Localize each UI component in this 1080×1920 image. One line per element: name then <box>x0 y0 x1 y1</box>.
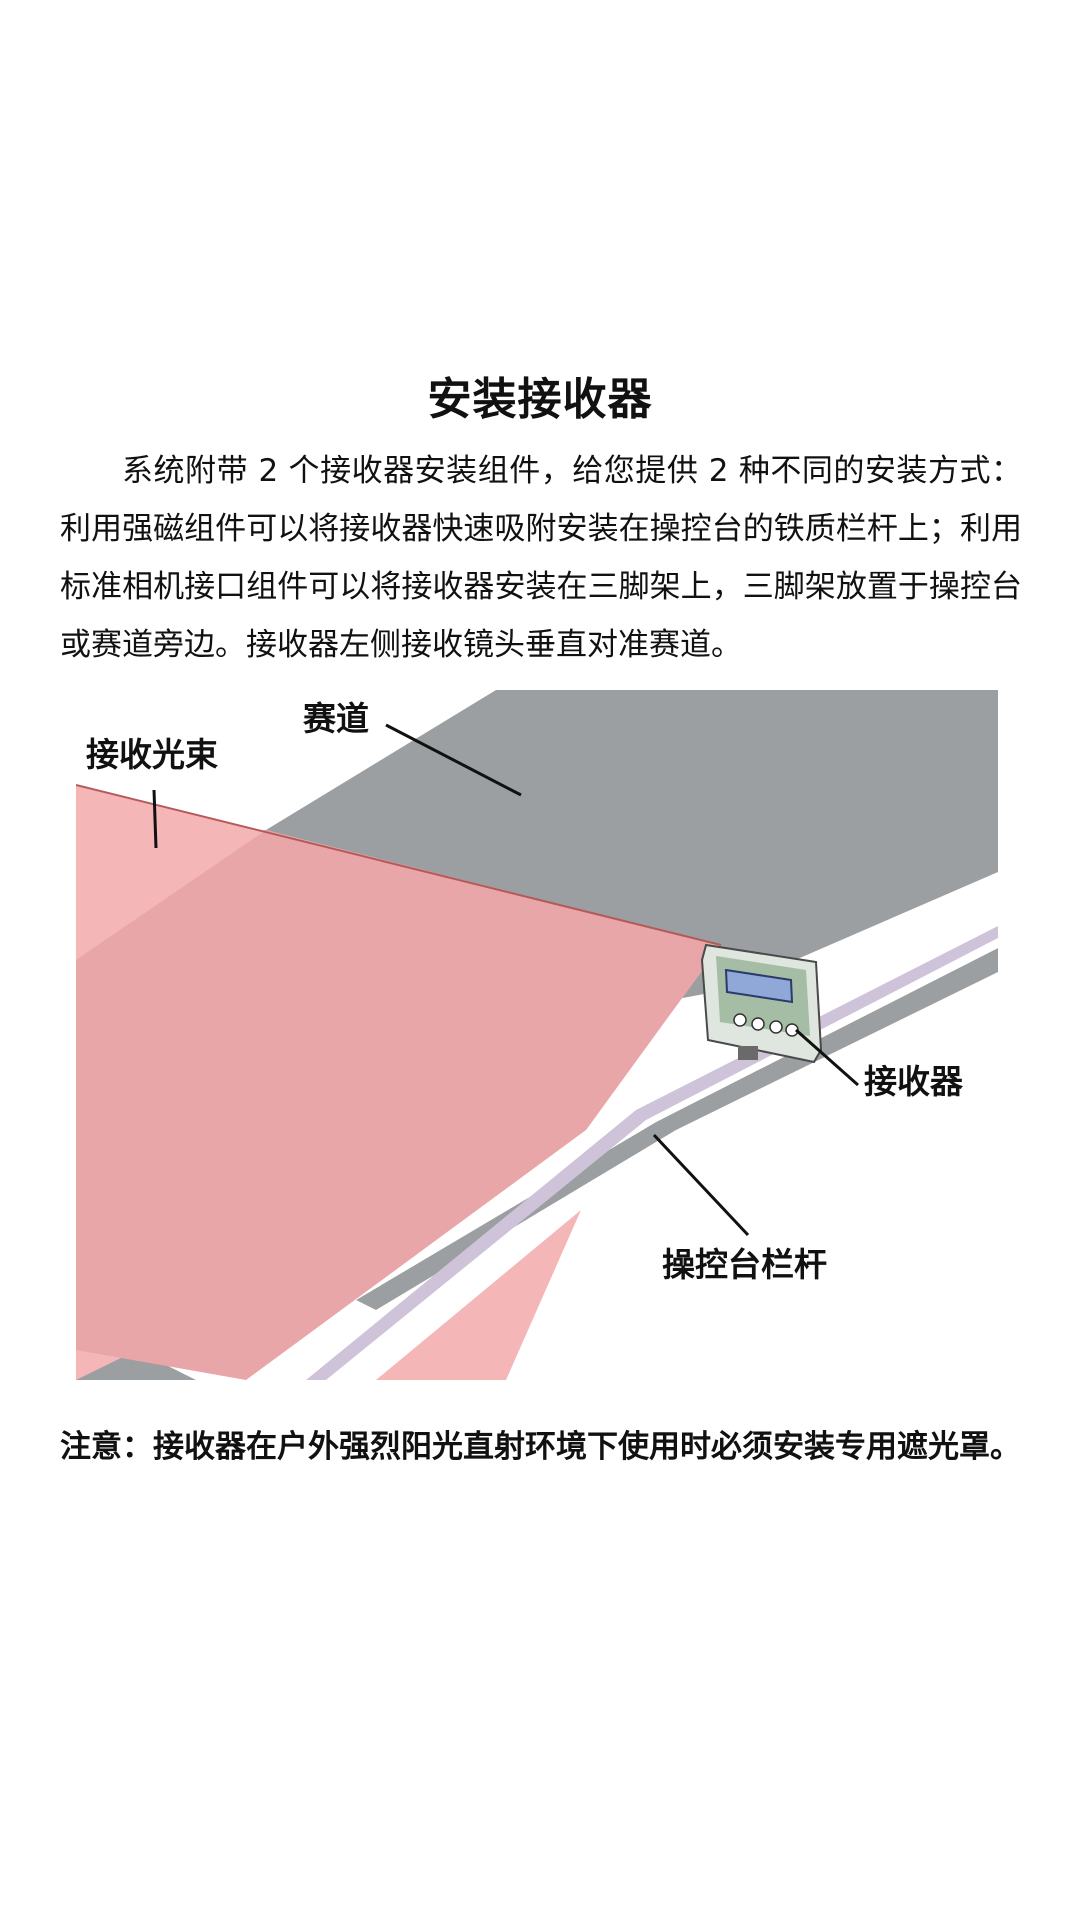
safety-note: 注意：接收器在户外强烈阳光直射环境下使用时必须安装专用遮光罩。 <box>60 1429 1021 1465</box>
receiver-device <box>700 943 823 1064</box>
beam-leader-line <box>152 789 158 849</box>
device-button-2 <box>751 1017 765 1031</box>
railing-leader-line <box>652 1133 750 1237</box>
label-track: 赛道 <box>303 699 369 738</box>
label-railing: 操控台栏杆 <box>662 1245 827 1284</box>
device-mount-foot <box>738 1046 758 1060</box>
body-paragraph: 系统附带 2 个接收器安装组件，给您提供 2 种不同的安装方式：利用强磁组件可以… <box>60 453 1022 663</box>
page-title: 安装接收器 <box>427 374 653 425</box>
installation-figure: 赛道 接收光束 接收器 操控台栏杆 <box>76 690 998 1380</box>
label-beam: 接收光束 <box>86 735 218 774</box>
device-button-3 <box>769 1020 783 1034</box>
installation-diagram: 赛道 接收光束 接收器 操控台栏杆 <box>76 690 998 1380</box>
device-button-1 <box>733 1013 747 1027</box>
label-receiver: 接收器 <box>864 1062 964 1101</box>
